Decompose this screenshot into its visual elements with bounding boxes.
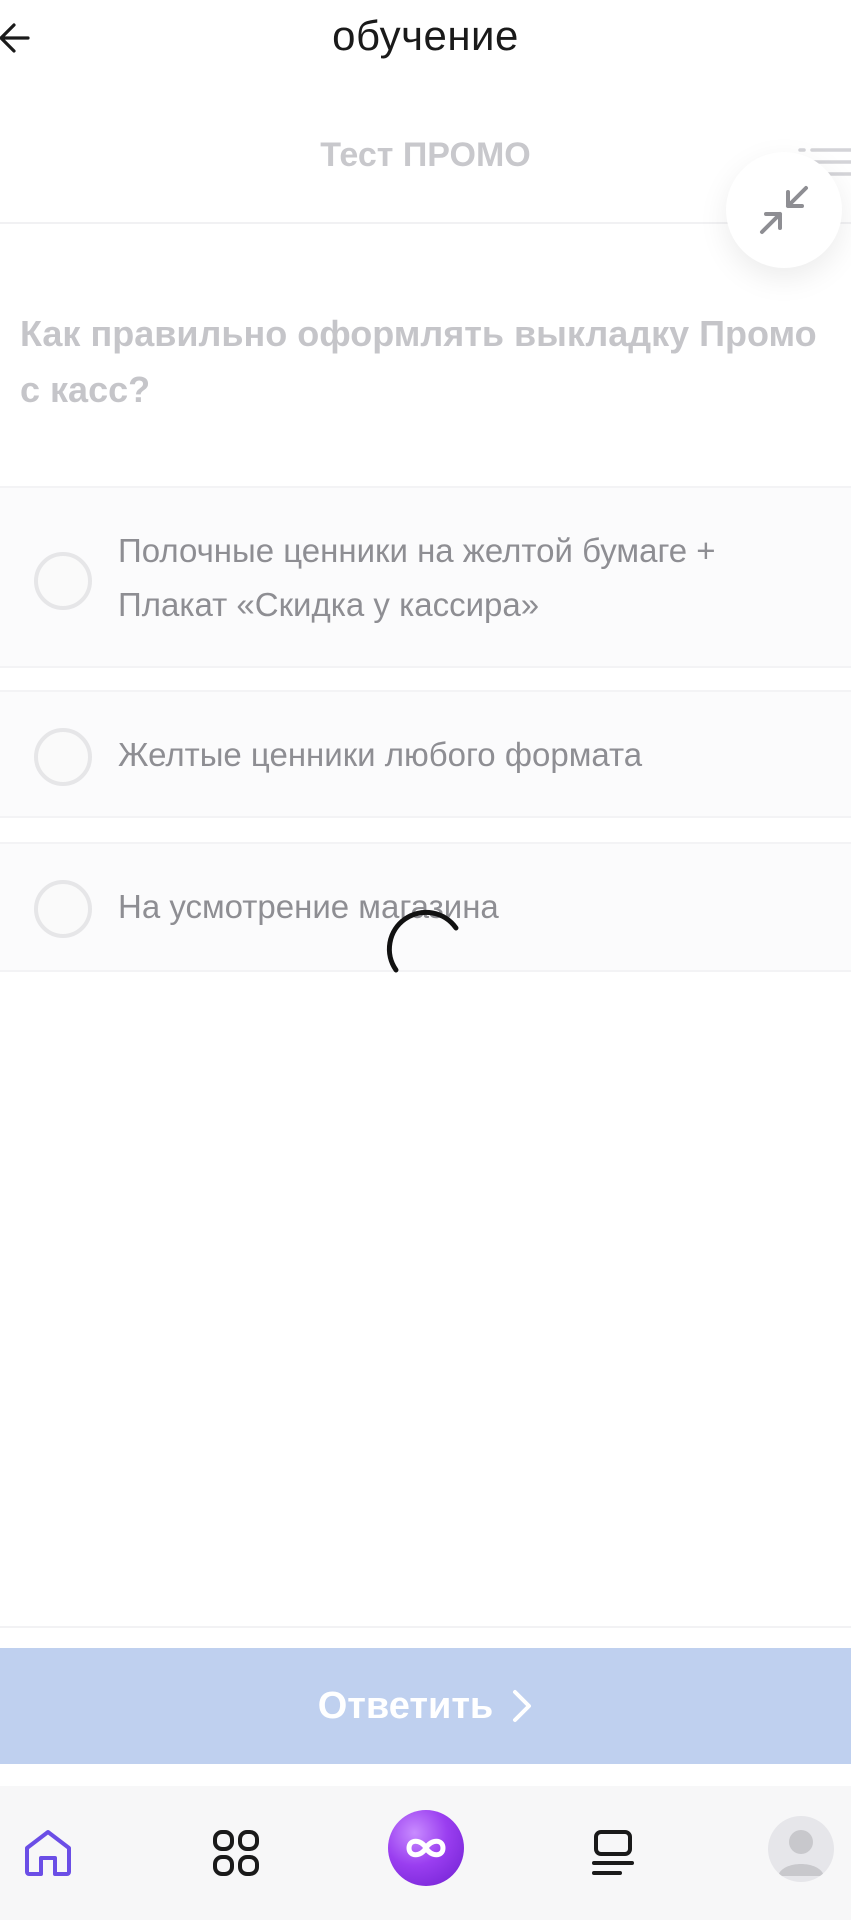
profile-avatar-icon — [778, 1830, 824, 1876]
apps-grid-icon — [213, 1830, 259, 1876]
divider — [0, 1626, 851, 1628]
nav-feed[interactable] — [578, 1818, 648, 1888]
answer-option-label: Желтые ценники любого формата — [118, 736, 643, 773]
submit-label: Ответить — [317, 1684, 494, 1727]
radio-button[interactable] — [34, 728, 92, 786]
collapse-icon — [760, 186, 808, 234]
answer-option-2[interactable]: Желтые ценники любого формата — [0, 690, 851, 818]
chevron-right-icon — [513, 1690, 532, 1722]
answer-option-1[interactable]: Полочные ценники на желтой бумаге + Плак… — [0, 486, 851, 668]
loading-spinner — [380, 898, 462, 980]
nav-center-button[interactable] — [388, 1810, 464, 1886]
nav-profile[interactable] — [768, 1816, 834, 1882]
test-header: Тест ПРОМО — [0, 120, 851, 224]
answer-option-label: Полочные ценники на желтой бумаге + Плак… — [118, 532, 716, 623]
feed-icon — [592, 1830, 634, 1875]
nav-apps[interactable] — [201, 1818, 271, 1888]
page-title: обучение — [332, 12, 519, 59]
radio-button[interactable] — [34, 552, 92, 610]
infinity-icon — [406, 1838, 446, 1858]
submit-answer-button[interactable]: Ответить — [0, 1648, 851, 1764]
app-bar: обучение — [0, 0, 851, 80]
collapse-button[interactable] — [726, 152, 842, 268]
bottom-navigation — [0, 1786, 851, 1920]
test-title: Тест ПРОМО — [320, 136, 531, 174]
nav-home[interactable] — [13, 1818, 83, 1888]
radio-button[interactable] — [34, 880, 92, 938]
question-text: Как правильно оформлять выкладку Промо с… — [20, 313, 817, 410]
home-icon — [25, 1830, 71, 1876]
answer-option-label: На усмотрение магазина — [118, 888, 499, 925]
